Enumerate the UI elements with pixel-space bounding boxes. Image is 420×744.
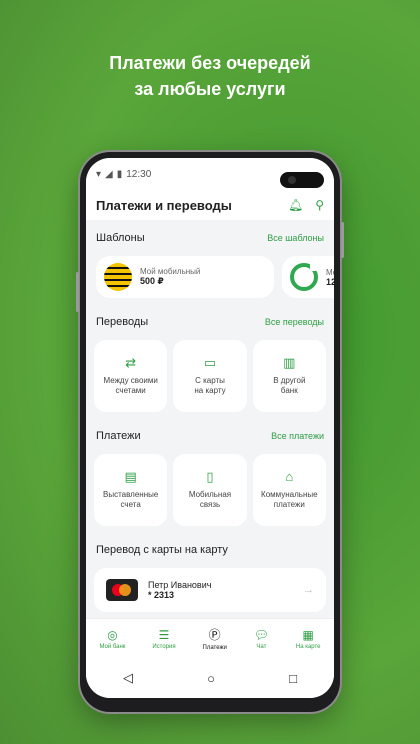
nav-label: Мой банк bbox=[99, 643, 126, 650]
mastercard-icon bbox=[106, 579, 138, 601]
phone-frame: ▾ ◢ ▮ 12:30 Платежи и переводы 🔔︎ ⚲ Шабл… bbox=[76, 152, 344, 712]
bell-icon[interactable]: 🔔︎ bbox=[288, 198, 303, 212]
headline-line-1: Платежи без очередей bbox=[109, 53, 311, 73]
payments-header: Платежи Все платежи bbox=[86, 424, 334, 448]
tile-label: Мобильная связь bbox=[188, 490, 232, 509]
tile-utilities[interactable]: ⌂ Коммунальные платежи bbox=[252, 454, 326, 526]
bottom-navigation: ◎ Мой банк ☰ История Ⓟ Платежи 💬︎ Чат ▦ … bbox=[86, 618, 334, 658]
chat-icon: 💬︎ bbox=[253, 627, 269, 642]
home-circle-icon[interactable]: ○ bbox=[207, 671, 215, 686]
swap-icon: ⇄ bbox=[125, 355, 137, 370]
nav-label: На карте bbox=[295, 643, 321, 650]
template-label: Мо bbox=[326, 267, 334, 277]
signal-icon: ◢ bbox=[105, 168, 113, 180]
app-bar: Платежи и переводы 🔔︎ ⚲ bbox=[86, 190, 334, 220]
tile-card-to-card[interactable]: ▭ С карты на карту bbox=[173, 340, 247, 412]
nav-payments[interactable]: Ⓟ Платежи bbox=[203, 626, 227, 651]
tile-label: Между своими счетами bbox=[103, 376, 158, 395]
back-icon[interactable]: ◁ bbox=[123, 670, 133, 686]
list-icon: ☰ bbox=[158, 627, 170, 642]
tile-mobile[interactable]: ▯ Мобильная связь bbox=[173, 454, 247, 526]
system-navigation: ◁ ○ □ bbox=[86, 658, 334, 698]
home-icon: ◎ bbox=[107, 627, 118, 642]
tile-label: Коммунальные платежи bbox=[261, 490, 318, 509]
invoice-icon: ▤ bbox=[124, 469, 137, 484]
cards-icon: ▭ bbox=[203, 355, 217, 370]
tile-label: С карты на карту bbox=[194, 376, 226, 395]
all-payments-link[interactable]: Все платежи bbox=[271, 431, 324, 441]
ruble-icon: Ⓟ bbox=[208, 628, 221, 642]
templates-header: Шаблоны Все шаблоны bbox=[86, 226, 334, 250]
templates-title: Шаблоны bbox=[96, 232, 145, 244]
battery-icon: ▮ bbox=[116, 168, 123, 180]
all-transfers-link[interactable]: Все переводы bbox=[265, 317, 324, 327]
map-icon: ▦ bbox=[302, 627, 314, 642]
template-card[interactable]: Мой мобильный 500 ₽ bbox=[96, 256, 274, 298]
mobile-icon: ▯ bbox=[206, 469, 214, 484]
nav-label: История bbox=[152, 643, 176, 650]
beeline-logo-icon bbox=[104, 263, 132, 291]
search-icon[interactable]: ⚲ bbox=[315, 198, 324, 212]
template-card[interactable]: Мо 12 5 bbox=[282, 256, 334, 298]
payments-title: Платежи bbox=[96, 430, 141, 442]
volume-button bbox=[76, 272, 79, 312]
tile-other-bank[interactable]: ▥ В другой банк bbox=[252, 340, 326, 412]
transfers-header: Переводы Все переводы bbox=[86, 310, 334, 334]
all-templates-link[interactable]: Все шаблоны bbox=[267, 233, 324, 243]
bank-icon: ▥ bbox=[283, 355, 296, 370]
transfers-title: Переводы bbox=[96, 316, 149, 328]
recipient-name: Петр Иванович bbox=[148, 580, 212, 590]
promo-headline: Платежи без очередей за любые услуги bbox=[0, 50, 420, 102]
status-bar: ▾ ◢ ▮ 12:30 bbox=[86, 158, 334, 190]
payments-tiles: ▤ Выставленные счета ▯ Мобильная связь ⌂… bbox=[86, 448, 334, 532]
camera-cutout bbox=[280, 172, 324, 188]
template-label: Мой мобильный bbox=[140, 267, 201, 276]
template-value: 12 5 bbox=[326, 276, 334, 287]
nav-my-bank[interactable]: ◎ Мой банк bbox=[99, 628, 125, 650]
tile-invoices[interactable]: ▤ Выставленные счета bbox=[94, 454, 168, 526]
nav-chat[interactable]: 💬︎ Чат bbox=[254, 628, 269, 650]
recents-icon[interactable]: □ bbox=[289, 671, 297, 686]
status-time: 12:30 bbox=[126, 168, 152, 180]
nav-map[interactable]: ▦ На карте bbox=[296, 628, 321, 650]
transfers-tiles: ⇄ Между своими счетами ▭ С карты на карт… bbox=[86, 334, 334, 418]
tile-between-accounts[interactable]: ⇄ Между своими счетами bbox=[94, 340, 168, 412]
card-transfer-item[interactable]: Петр Иванович * 2313 → bbox=[94, 568, 326, 612]
nav-label: Чат bbox=[256, 643, 267, 650]
card-number: * 2313 bbox=[148, 590, 175, 600]
headline-line-2: за любые услуги bbox=[134, 79, 286, 99]
card-transfer-header: Перевод с карты на карту bbox=[86, 538, 334, 562]
wifi-icon: ▾ bbox=[96, 168, 102, 180]
nav-label: Платежи bbox=[202, 645, 227, 651]
tile-label: В другой банк bbox=[273, 376, 306, 395]
tile-label: Выставленные счета bbox=[103, 490, 159, 509]
house-icon: ⌂ bbox=[285, 469, 294, 484]
arrow-right-icon: → bbox=[303, 584, 314, 596]
templates-list: Мой мобильный 500 ₽ Мо 12 5 bbox=[86, 250, 334, 304]
power-button bbox=[341, 222, 344, 258]
page-title: Платежи и переводы bbox=[96, 197, 232, 213]
megafon-logo-icon bbox=[290, 263, 318, 291]
card-transfer-title: Перевод с карты на карту bbox=[96, 544, 228, 556]
nav-history[interactable]: ☰ История bbox=[152, 628, 175, 650]
template-value: 500 ₽ bbox=[140, 276, 164, 286]
phone-screen: ▾ ◢ ▮ 12:30 Платежи и переводы 🔔︎ ⚲ Шабл… bbox=[86, 158, 334, 698]
